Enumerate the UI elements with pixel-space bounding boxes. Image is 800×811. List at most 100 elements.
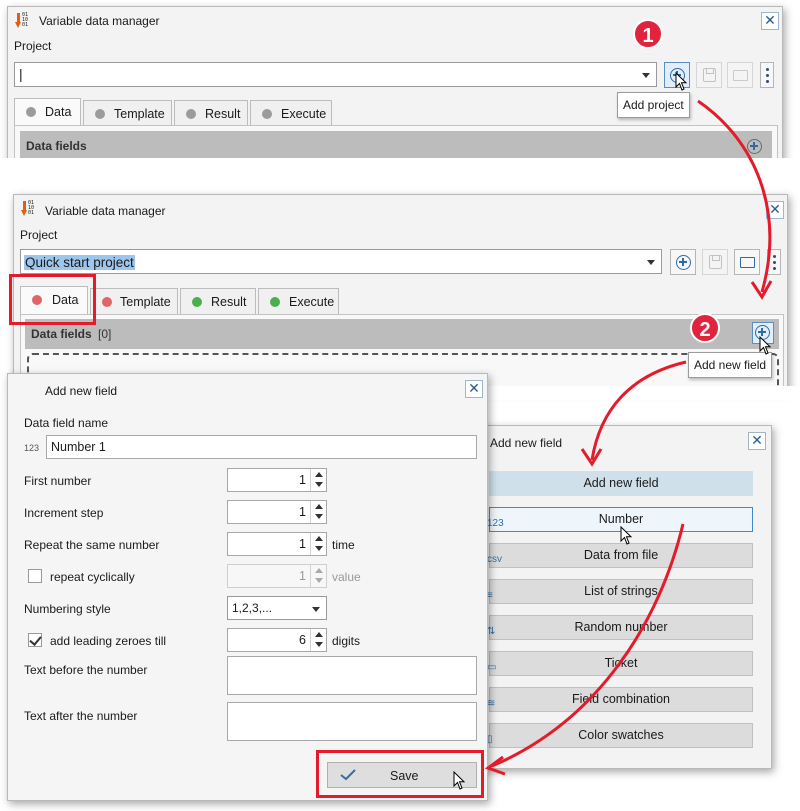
add-project-tooltip: Add project xyxy=(617,92,690,118)
folder-icon xyxy=(733,70,748,81)
tab-result[interactable]: Result xyxy=(180,288,256,314)
status-dot-icon xyxy=(262,109,272,119)
spin-arrows-icon[interactable] xyxy=(310,501,326,523)
text-after-input[interactable] xyxy=(227,702,477,741)
first-number-stepper[interactable]: 1 xyxy=(227,468,327,492)
close-button[interactable]: ✕ xyxy=(465,380,483,398)
title-bar: 01 10 01 Variable data manager ✕ xyxy=(8,7,782,35)
item-label: Field combination xyxy=(572,692,670,706)
add-project-button[interactable] xyxy=(670,249,696,275)
tab-result[interactable]: Result xyxy=(174,100,248,126)
spin-arrows-icon[interactable] xyxy=(310,469,326,491)
field-value: 1 xyxy=(299,473,306,487)
repeat-stepper[interactable]: 1 xyxy=(227,532,327,556)
shuffle-icon: ⇅ xyxy=(487,626,496,637)
number-type-icon: 123 xyxy=(24,443,40,453)
chevron-down-icon[interactable] xyxy=(312,607,320,612)
add-circle-icon xyxy=(676,255,691,270)
field-type-field-combination[interactable]: ≋ Field combination xyxy=(487,687,753,712)
field-type-color-swatches[interactable]: ▯ Color swatches xyxy=(487,723,753,748)
chevron-down-icon[interactable] xyxy=(647,260,655,265)
tab-execute[interactable]: Execute xyxy=(250,100,332,126)
increment-step-label: Increment step xyxy=(24,506,104,520)
csv-file-icon: csv xyxy=(487,554,502,565)
item-label: Number xyxy=(598,512,644,526)
app-icon: 01 10 01 xyxy=(15,13,29,29)
tab-label: Execute xyxy=(289,295,335,309)
repeat-cyclically-checkbox[interactable] xyxy=(28,569,42,583)
increment-step-stepper[interactable]: 1 xyxy=(227,500,327,524)
text-before-input[interactable] xyxy=(227,656,477,695)
open-project-button[interactable] xyxy=(727,62,753,88)
status-dot-icon xyxy=(26,107,36,117)
floppy-disk-icon xyxy=(709,255,722,269)
project-value: Quick start project xyxy=(24,255,135,270)
field-value: 6 xyxy=(299,633,306,647)
torn-edge xyxy=(0,158,800,178)
data-fields-header: Data fields [0] xyxy=(25,319,779,349)
window-variable-data-manager-1: 01 10 01 Variable data manager ✕ Project |… xyxy=(7,6,783,165)
project-combobox[interactable]: Quick start project xyxy=(20,249,662,274)
item-label: Ticket xyxy=(604,656,638,670)
title-bar: 01 10 01 Variable data manager ✕ xyxy=(14,195,787,223)
more-options-button[interactable] xyxy=(760,62,774,88)
repeat-unit: time xyxy=(332,538,355,552)
spin-arrows-icon[interactable] xyxy=(310,565,326,587)
project-value: | xyxy=(19,66,23,82)
dialog-title: Add new field xyxy=(45,384,118,398)
status-dot-icon xyxy=(102,297,112,307)
number-icon: 123 xyxy=(487,518,504,529)
tab-label: Execute xyxy=(281,107,327,121)
leading-zeroes-label: add leading zeroes till xyxy=(50,634,167,648)
section-title: Data fields xyxy=(31,327,92,341)
project-label: Project xyxy=(20,228,58,242)
field-type-list-of-strings[interactable]: ≡ List of strings xyxy=(487,579,753,604)
leading-zeroes-unit: digits xyxy=(332,634,361,648)
step-badge-1: 1 xyxy=(633,19,663,49)
save-project-button[interactable] xyxy=(702,249,728,275)
status-dot-icon xyxy=(186,109,196,119)
field-type-data-from-file[interactable]: csv Data from file xyxy=(487,543,753,568)
app-icon: 01 10 01 xyxy=(21,201,35,217)
data-field-name-input[interactable]: Number 1 xyxy=(46,435,477,459)
data-fields-header: Data fields xyxy=(20,131,772,161)
tab-template[interactable]: Template xyxy=(90,288,178,314)
dialog-title: Add new field xyxy=(490,436,563,450)
close-button[interactable]: ✕ xyxy=(766,201,784,219)
repeat-cyclically-label: repeat cyclically xyxy=(50,570,135,584)
field-value: Number 1 xyxy=(51,440,106,454)
field-type-ticket[interactable]: ▭ Ticket xyxy=(487,651,753,676)
field-type-random-number[interactable]: ⇅ Random number xyxy=(487,615,753,640)
text-before-label: Text before the number xyxy=(24,663,148,677)
save-project-button[interactable] xyxy=(696,62,722,88)
close-button[interactable]: ✕ xyxy=(748,432,766,450)
tab-execute[interactable]: Execute xyxy=(258,288,339,314)
field-value: 1 xyxy=(299,569,306,583)
open-project-button[interactable] xyxy=(734,249,760,275)
dialog-add-new-field-number: Add new field ✕ Data field name 123 Numb… xyxy=(7,373,488,801)
add-field-icon[interactable] xyxy=(747,139,762,154)
tab-data[interactable]: Data xyxy=(14,98,81,126)
chevron-down-icon[interactable] xyxy=(642,73,650,78)
cyclic-stepper[interactable]: 1 xyxy=(227,564,327,588)
floppy-disk-icon xyxy=(703,68,716,82)
status-dot-icon xyxy=(270,297,280,307)
section-title: Data fields xyxy=(26,139,87,153)
close-button[interactable]: ✕ xyxy=(761,12,779,30)
leading-zeroes-stepper[interactable]: 6 xyxy=(227,628,327,652)
spin-arrows-icon[interactable] xyxy=(310,533,326,555)
status-dot-icon xyxy=(95,109,105,119)
project-combobox[interactable]: | xyxy=(14,62,657,87)
numbering-style-label: Numbering style xyxy=(24,602,111,616)
window-title: Variable data manager xyxy=(45,204,166,218)
status-dot-icon xyxy=(192,297,202,307)
tab-label: Template xyxy=(114,107,165,121)
project-label: Project xyxy=(14,39,52,53)
more-options-button[interactable] xyxy=(767,249,781,275)
tab-label: Result xyxy=(205,107,241,121)
tab-template[interactable]: Template xyxy=(83,100,172,126)
numbering-style-select[interactable]: 1,2,3,... xyxy=(227,596,327,620)
leading-zeroes-checkbox[interactable] xyxy=(28,633,42,647)
section-count: [0] xyxy=(98,327,112,341)
spin-arrows-icon[interactable] xyxy=(310,629,326,651)
